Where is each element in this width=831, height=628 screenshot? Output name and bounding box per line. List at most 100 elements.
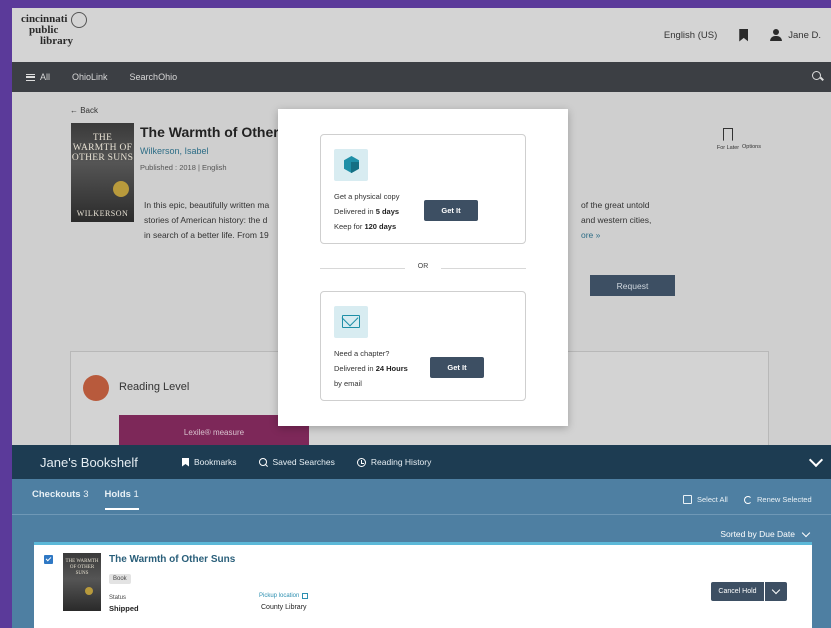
package-icon: [344, 156, 359, 173]
logo-line-3: library: [40, 35, 73, 47]
desc-line: In this epic, beautifully written ma: [144, 200, 270, 210]
read-more-link[interactable]: ore »: [581, 228, 671, 243]
bookmark-outline-icon: [723, 128, 733, 141]
get-physical-copy-button[interactable]: Get It: [424, 200, 478, 221]
or-divider: OR: [320, 262, 526, 274]
request-button[interactable]: Request: [590, 275, 675, 296]
book-author-link[interactable]: Wilkerson, Isabel: [140, 146, 209, 156]
user-menu[interactable]: Jane D.: [770, 29, 821, 41]
physical-copy-heading: Get a physical copy: [334, 192, 400, 201]
pickup-label: Pickup location: [259, 593, 300, 599]
mini-cover-title: THE WARMTH OF OTHER SUNS: [65, 559, 99, 576]
hold-checkbox[interactable]: [44, 555, 53, 564]
book-title: The Warmth of Other S: [140, 124, 280, 140]
edit-icon: [302, 593, 309, 599]
nav-item-all[interactable]: All: [26, 72, 50, 82]
reading-level-icon: [83, 375, 109, 401]
user-name: Jane D.: [788, 29, 821, 41]
bookmark-icon[interactable]: [739, 28, 749, 42]
menu-icon: [26, 73, 35, 81]
tab-label: Checkouts: [32, 489, 81, 500]
delivery-options-modal: Get a physical copy Delivered in 5 days …: [278, 109, 568, 426]
option-icon-tile: [334, 149, 368, 181]
award-seal-icon: [113, 181, 129, 197]
bookshelf-sub-tabs: Checkouts 3 Holds 1: [32, 489, 139, 510]
book-description: In this epic, beautifully written ma sto…: [144, 198, 284, 243]
top-header: cincinnati public library English (US) J…: [12, 8, 831, 62]
options-button[interactable]: Options: [742, 144, 761, 150]
for-later-button[interactable]: For Later: [712, 128, 744, 151]
nav-bar: All OhioLink SearchOhio: [12, 62, 831, 92]
tab-bookmarks[interactable]: Bookmarks: [182, 457, 237, 467]
chapter-heading: Need a chapter?: [334, 349, 390, 358]
chevron-down-icon[interactable]: [808, 452, 824, 468]
tab-count: 3: [83, 489, 89, 500]
tab-reading-history[interactable]: Reading History: [356, 457, 431, 467]
desc-line: and western cities,: [581, 215, 652, 225]
hold-title-link[interactable]: The Warmth of Other Suns: [109, 554, 235, 565]
nav-item-label: All: [40, 72, 51, 82]
status-label: Status: [109, 595, 127, 601]
nav-item-label: SearchOhio: [129, 72, 178, 82]
language-selector[interactable]: English (US): [664, 30, 717, 41]
tab-label: Bookmarks: [194, 457, 237, 467]
tab-label: Saved Searches: [272, 457, 335, 467]
bookshelf-title: Jane's Bookshelf: [40, 454, 138, 470]
chevron-down-icon: [801, 528, 811, 537]
library-logo[interactable]: cincinnati public library: [21, 12, 91, 58]
desc-line: stories of American history: the d: [144, 215, 268, 225]
nav-item-searchohio[interactable]: SearchOhio: [130, 72, 178, 82]
format-badge: Book: [109, 574, 131, 584]
pickup-location-link[interactable]: Pickup location: [259, 593, 309, 599]
nav-item-ohiolink[interactable]: OhioLink: [72, 72, 108, 82]
chapter-text: Need a chapter? Delivered in 24 Hours by…: [334, 346, 408, 391]
pickup-value: County Library: [261, 604, 307, 611]
desc-line: of the great untold: [581, 200, 650, 210]
select-all-checkbox[interactable]: [683, 495, 692, 504]
renew-selected-button[interactable]: Renew Selected: [744, 495, 812, 504]
select-all-label: Select All: [697, 495, 728, 504]
book-cover: THE WARMTH OF OTHER SUNS WILKERSON: [71, 123, 134, 222]
get-chapter-button[interactable]: Get It: [430, 357, 484, 378]
tabs-divider: [12, 514, 831, 515]
physical-copy-option: Get a physical copy Delivered in 5 days …: [320, 134, 526, 244]
tab-holds[interactable]: Holds 1: [104, 489, 139, 510]
cover-title: THE WARMTH OF OTHER SUNS: [71, 133, 134, 163]
status-value: Shipped: [109, 604, 139, 613]
sort-label: Sorted by Due Date: [720, 529, 795, 539]
search-icon: [258, 457, 268, 467]
tab-checkouts[interactable]: Checkouts 3: [32, 489, 89, 510]
desc-line: in search of a better life. From 19: [144, 230, 269, 240]
hold-book-cover: THE WARMTH OF OTHER SUNS: [63, 553, 101, 611]
back-link[interactable]: ← Back: [70, 106, 98, 115]
book-description-right: of the great untold and western cities, …: [581, 198, 671, 243]
physical-copy-text: Get a physical copy Delivered in 5 days …: [334, 189, 399, 234]
nav-item-label: OhioLink: [72, 72, 108, 82]
physical-copy-delivery: Delivered in 5 days: [334, 207, 400, 216]
bookshelf-header: Jane's Bookshelf Bookmarks Saved Searche…: [12, 445, 831, 479]
chapter-method: by email: [334, 379, 362, 388]
option-icon-tile: [334, 306, 368, 338]
award-seal-icon: [85, 587, 93, 595]
chapter-option: Need a chapter? Delivered in 24 Hours by…: [320, 291, 526, 401]
divider-line: [441, 268, 526, 269]
bookmark-icon: [182, 457, 189, 467]
logo-ring-icon: [71, 12, 87, 28]
history-icon: [356, 457, 366, 467]
tab-count: 1: [133, 489, 139, 500]
sort-dropdown[interactable]: Sorted by Due Date: [720, 528, 811, 539]
cancel-hold-group: Cancel Hold: [711, 582, 787, 601]
renew-icon: [744, 495, 752, 504]
book-meta: Published : 2018 | English: [140, 163, 227, 172]
for-later-label: For Later: [716, 145, 740, 151]
cancel-hold-dropdown[interactable]: [765, 582, 787, 601]
user-icon: [770, 29, 783, 41]
select-all-control[interactable]: Select All: [683, 495, 728, 504]
hold-item: THE WARMTH OF OTHER SUNS The Warmth of O…: [34, 542, 812, 628]
cancel-hold-button[interactable]: Cancel Hold: [711, 582, 764, 601]
cover-author: WILKERSON: [76, 209, 129, 218]
reading-level-label: Reading Level: [119, 381, 190, 393]
tab-saved-searches[interactable]: Saved Searches: [258, 457, 335, 467]
chapter-delivery: Delivered in 24 Hours: [334, 364, 408, 373]
search-icon[interactable]: [812, 71, 823, 82]
